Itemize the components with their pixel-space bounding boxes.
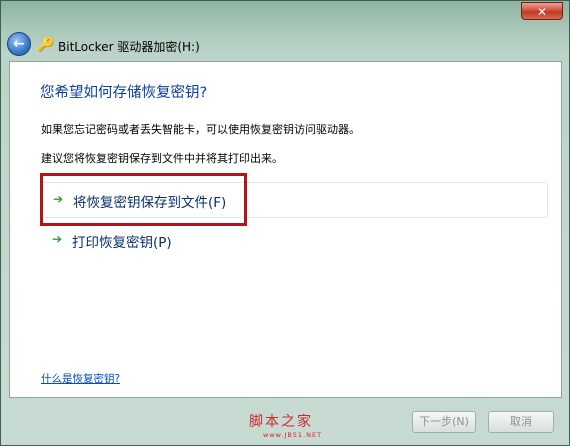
print-key-option[interactable]: ➔ 打印恢复密钥(P) [40,224,548,256]
title-bar: ✕ [1,1,569,29]
back-button[interactable]: ← [7,32,31,56]
green-arrow-icon: ➔ [52,232,63,246]
bitlocker-key-icon: 🔑 [37,37,55,53]
wizard-window: ✕ ← 🔑 BitLocker 驱动器加密(H:) 您希望如何存储恢复密钥? 如… [0,0,570,446]
cancel-button[interactable]: 取消 [488,411,554,433]
back-arrow-icon: ← [13,36,25,52]
close-icon: ✕ [536,5,548,19]
recommendation-text: 建议您将恢复密钥保存到文件中并将其打印出来。 [41,152,283,165]
wizard-content-panel: 您希望如何存储恢复密钥? 如果您忘记密码或者丢失智能卡，可以使用恢复密钥访问驱动… [9,61,562,398]
close-button[interactable]: ✕ [521,2,563,20]
print-key-label: 打印恢复密钥(P) [72,235,172,251]
green-arrow-icon: ➔ [53,192,64,206]
save-to-file-option[interactable]: ➔ 将恢复密钥保存到文件(F) [40,182,548,218]
page-heading: 您希望如何存储恢复密钥? [40,85,208,101]
description-text: 如果您忘记密码或者丢失智能卡，可以使用恢复密钥访问驱动器。 [41,123,360,136]
wizard-nav-bar: ← 🔑 BitLocker 驱动器加密(H:) [1,29,569,61]
what-is-recovery-key-link[interactable]: 什么是恢复密钥? [41,371,120,386]
save-to-file-label: 将恢复密钥保存到文件(F) [73,195,227,211]
wizard-title: BitLocker 驱动器加密(H:) [58,40,200,54]
next-button[interactable]: 下一步(N) [412,411,476,433]
watermark-logo: 脚本之家 [249,414,313,430]
watermark-url: www.JB51.NET [263,431,323,439]
